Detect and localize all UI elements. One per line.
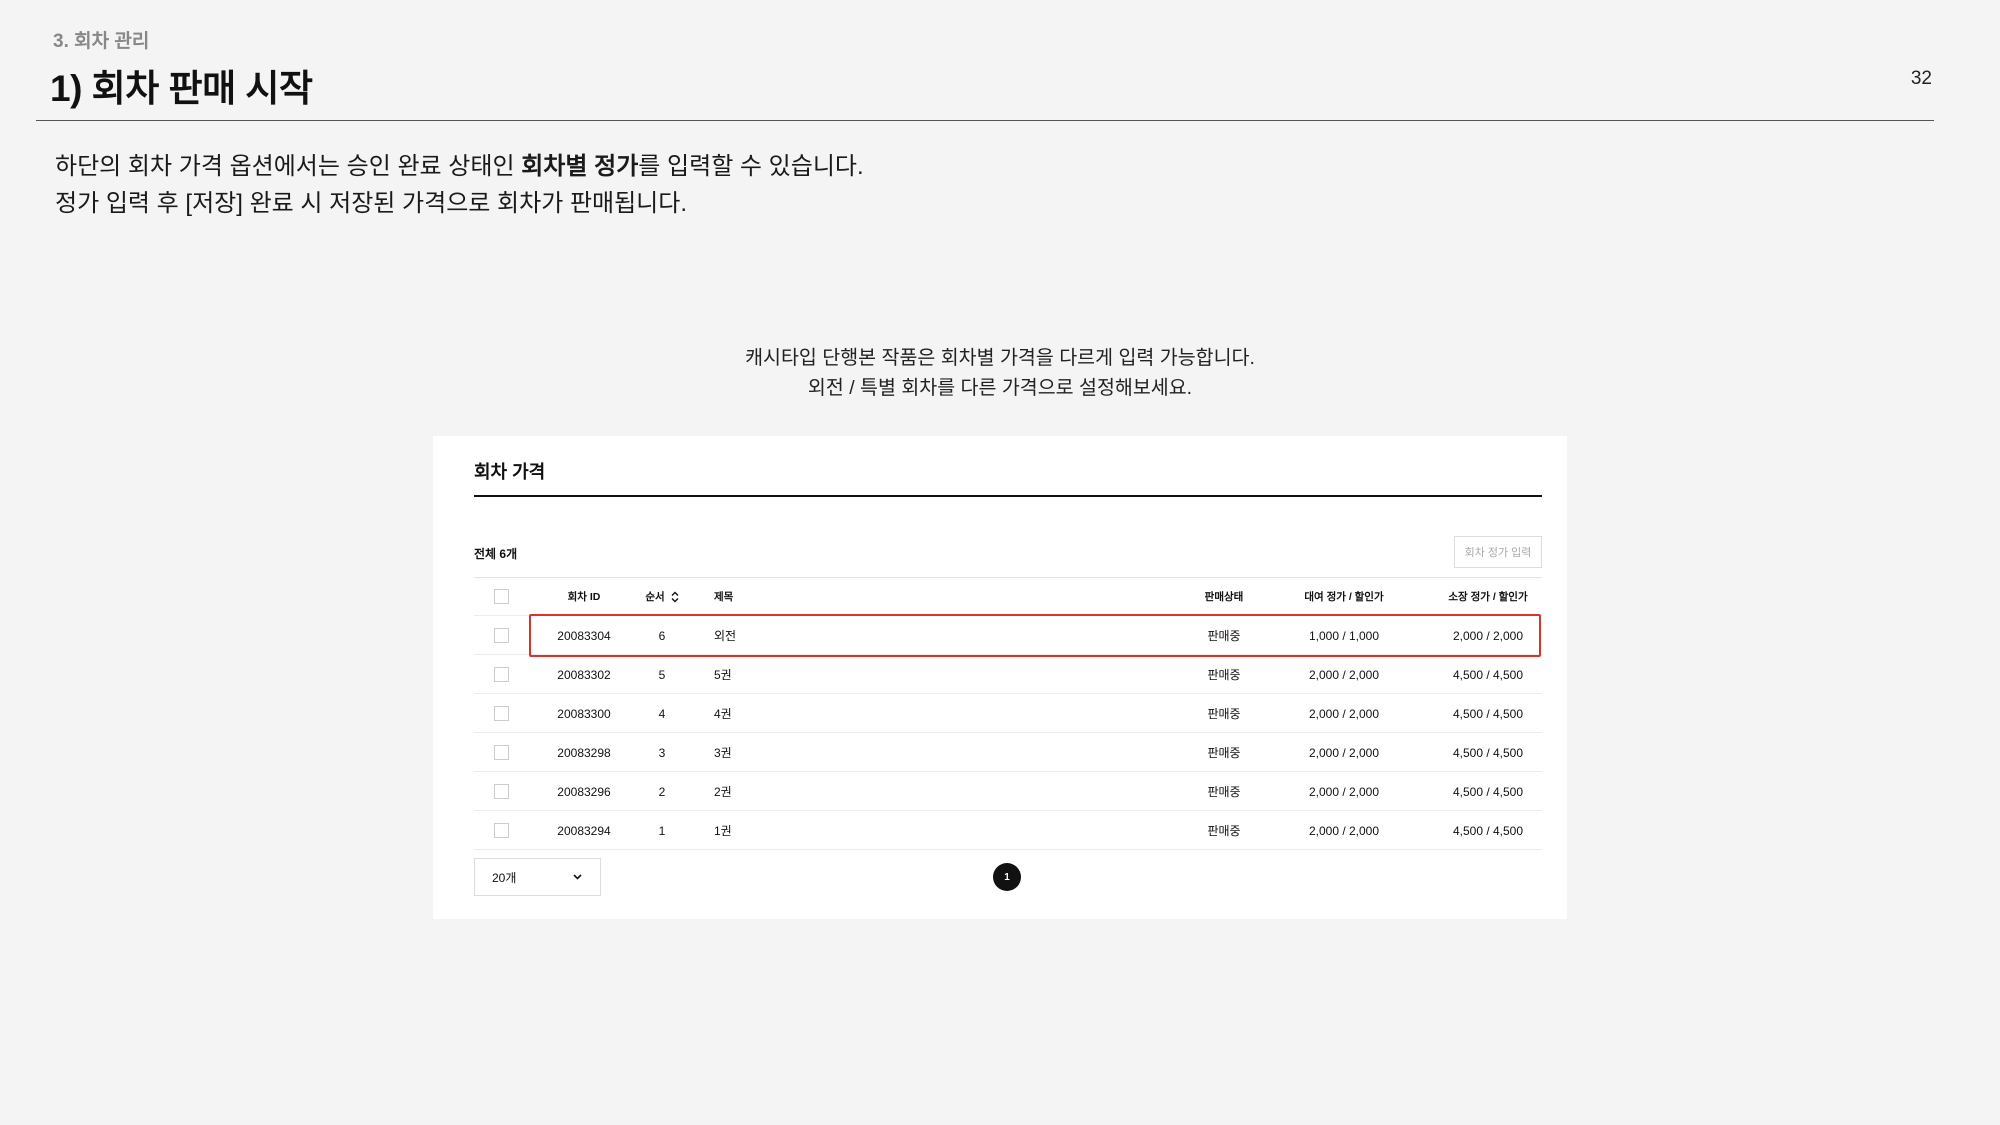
total-count: 전체 6개	[474, 547, 518, 561]
row-id: 20083304	[557, 628, 611, 643]
row-order: 4	[658, 706, 666, 721]
row-rent-price: 2,000 / 2,000	[1308, 667, 1380, 682]
row-own-price: 4,500 / 4,500	[1452, 823, 1524, 838]
row-id: 20083302	[557, 667, 611, 682]
chevron-down-icon	[573, 874, 582, 880]
table-row[interactable]: 20083302 5 5권 판매중 2,000 / 2,000 4,500 / …	[474, 655, 1542, 694]
row-checkbox[interactable]	[493, 628, 509, 643]
row-own-price: 4,500 / 4,500	[1452, 706, 1524, 721]
row-order: 5	[658, 667, 666, 682]
pagination-page-button[interactable]: 1	[993, 863, 1021, 891]
caption: 캐시타입 단행본 작품은 회차별 가격을 다르게 입력 가능합니다. 외전 / …	[0, 343, 2000, 403]
row-rent-price: 2,000 / 2,000	[1308, 823, 1380, 838]
episode-price-input-button[interactable]: 회차 정가 입력	[1454, 536, 1542, 568]
row-own-price: 2,000 / 2,000	[1452, 628, 1524, 643]
row-own-price: 4,500 / 4,500	[1452, 745, 1524, 760]
panel-title: 회차 가격	[474, 462, 546, 482]
sort-icon[interactable]	[671, 591, 679, 603]
row-status: 판매중	[1207, 707, 1241, 721]
row-id: 20083294	[557, 823, 611, 838]
section-label: 3. 회차 관리	[53, 31, 150, 52]
column-header-own-price: 소장 정가 / 할인가	[1448, 591, 1528, 603]
row-title: 외전	[714, 629, 737, 643]
row-status: 판매중	[1207, 824, 1241, 838]
table-row[interactable]: 20083294 1 1권 판매중 2,000 / 2,000 4,500 / …	[474, 811, 1542, 850]
row-title: 1권	[714, 824, 732, 838]
page-title: 1) 회차 판매 시작	[50, 68, 313, 109]
table-header-row: 회차 ID 순서 제목 판매상태 대여 정가 / 할인가 소장 정가 / 할인가	[474, 577, 1542, 616]
row-id: 20083296	[557, 784, 611, 799]
caption-line-1: 캐시타입 단행본 작품은 회차별 가격을 다르게 입력 가능합니다.	[745, 347, 1255, 369]
row-rent-price: 2,000 / 2,000	[1308, 706, 1380, 721]
row-id: 20083298	[557, 745, 611, 760]
select-all-checkbox[interactable]	[493, 589, 509, 604]
description: 하단의 회차 가격 옵션에서는 승인 완료 상태인 회차별 정가를 입력할 수 …	[55, 148, 864, 222]
row-checkbox[interactable]	[493, 784, 509, 799]
per-page-value: 20개	[492, 870, 517, 885]
row-order: 3	[658, 745, 666, 760]
row-checkbox[interactable]	[493, 823, 509, 838]
row-rent-price: 2,000 / 2,000	[1308, 784, 1380, 799]
row-title: 5권	[714, 668, 732, 682]
row-own-price: 4,500 / 4,500	[1452, 784, 1524, 799]
description-line-2: 정가 입력 후 [저장] 완료 시 저장된 가격으로 회차가 판매됩니다.	[55, 190, 688, 217]
table-row[interactable]: 20083304 6 외전 판매중 1,000 / 1,000 2,000 / …	[474, 616, 1542, 655]
table-row[interactable]: 20083300 4 4권 판매중 2,000 / 2,000 4,500 / …	[474, 694, 1542, 733]
panel-divider	[474, 495, 1542, 497]
row-status: 판매중	[1207, 629, 1241, 643]
row-rent-price: 2,000 / 2,000	[1308, 745, 1380, 760]
row-checkbox[interactable]	[493, 706, 509, 721]
description-line-1: 하단의 회차 가격 옵션에서는 승인 완료 상태인 회차별 정가를 입력할 수 …	[55, 153, 864, 180]
row-title: 2권	[714, 785, 732, 799]
page-number: 32	[1910, 68, 1932, 89]
row-order: 1	[658, 823, 666, 838]
emphasis-text: 회차별 정가	[521, 153, 639, 180]
row-status: 판매중	[1207, 668, 1241, 682]
row-id: 20083300	[557, 706, 611, 721]
row-title: 4권	[714, 707, 732, 721]
row-status: 판매중	[1207, 785, 1241, 799]
caption-line-2: 외전 / 특별 회차를 다른 가격으로 설정해보세요.	[807, 377, 1193, 399]
episode-price-panel: 회차 가격 전체 6개 회차 정가 입력 회차 ID 순서 제목 판매상태 대여…	[433, 436, 1567, 919]
row-checkbox[interactable]	[493, 667, 509, 682]
column-header-status: 판매상태	[1204, 591, 1244, 603]
row-status: 판매중	[1207, 746, 1241, 760]
per-page-select[interactable]: 20개	[474, 858, 601, 896]
column-header-order[interactable]: 순서	[632, 577, 692, 616]
column-header-rent-price: 대여 정가 / 할인가	[1304, 591, 1384, 603]
column-header-title: 제목	[714, 591, 734, 603]
row-checkbox[interactable]	[493, 745, 509, 760]
row-title: 3권	[714, 746, 732, 760]
table-row[interactable]: 20083296 2 2권 판매중 2,000 / 2,000 4,500 / …	[474, 772, 1542, 811]
row-order: 6	[658, 628, 666, 643]
column-header-id: 회차 ID	[567, 591, 601, 603]
row-order: 2	[658, 784, 666, 799]
row-own-price: 4,500 / 4,500	[1452, 667, 1524, 682]
title-divider	[36, 120, 1934, 121]
row-rent-price: 1,000 / 1,000	[1308, 628, 1380, 643]
select-all-cell	[493, 577, 509, 616]
table-row[interactable]: 20083298 3 3권 판매중 2,000 / 2,000 4,500 / …	[474, 733, 1542, 772]
